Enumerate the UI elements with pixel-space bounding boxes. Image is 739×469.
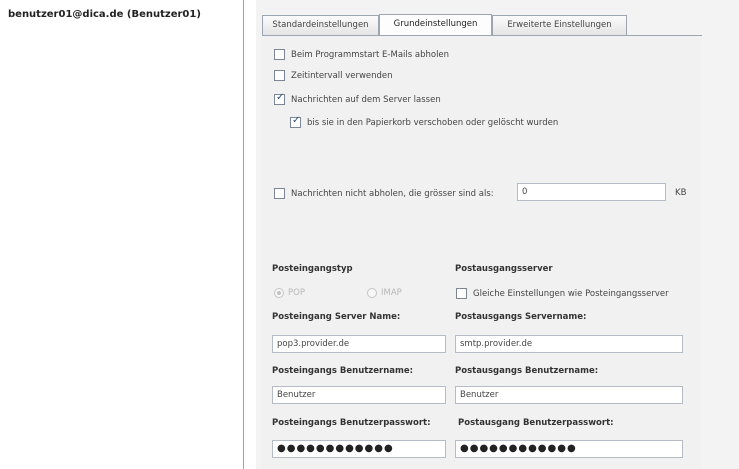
size-limit-label: Nachrichten nicht abholen, die grösser s… bbox=[291, 188, 494, 199]
tab-grundeinstellungen[interactable]: Grundeinstellungen bbox=[379, 14, 492, 36]
outgoing-server-heading: Postausgangsserver bbox=[455, 264, 553, 274]
incoming-password-heading: Posteingangs Benutzerpasswort: bbox=[272, 418, 431, 428]
same-settings-checkbox[interactable] bbox=[456, 288, 467, 299]
incoming-server-heading: Posteingang Server Name: bbox=[272, 312, 401, 322]
incoming-user-heading: Posteingangs Benutzername: bbox=[272, 366, 414, 376]
outgoing-password-input[interactable]: ●●●●●●●●●●●● bbox=[455, 440, 683, 458]
until-deleted-label: bis sie in den Papierkorb verschoben ode… bbox=[307, 117, 559, 128]
imap-radio[interactable] bbox=[367, 288, 377, 298]
account-item[interactable]: benutzer01@dica.de (Benutzer01) bbox=[8, 9, 201, 20]
incoming-server-input[interactable]: pop3.provider.de bbox=[272, 335, 446, 353]
same-settings-option[interactable]: Gleiche Einstellungen wie Posteingangsse… bbox=[456, 288, 669, 299]
fetch-on-start-label: Beim Programmstart E-Mails abholen bbox=[291, 49, 450, 60]
imap-option[interactable]: IMAP bbox=[367, 288, 402, 298]
until-deleted-checkbox[interactable] bbox=[290, 115, 301, 128]
until-deleted-option[interactable]: bis sie in den Papierkorb verschoben ode… bbox=[290, 115, 559, 128]
outgoing-user-heading: Postausgangs Benutzername: bbox=[455, 366, 599, 376]
tab-erweiterte-einstellungen[interactable]: Erweiterte Einstellungen bbox=[492, 15, 627, 35]
pop-label: POP bbox=[288, 288, 305, 298]
use-interval-checkbox[interactable] bbox=[274, 70, 285, 81]
incoming-user-input[interactable]: Benutzer bbox=[272, 386, 446, 404]
size-limit-input[interactable]: 0 bbox=[517, 183, 666, 201]
incoming-type-heading: Posteingangstyp bbox=[272, 264, 353, 274]
imap-label: IMAP bbox=[381, 288, 402, 298]
leave-on-server-checkbox[interactable] bbox=[274, 92, 285, 105]
size-limit-checkbox[interactable] bbox=[274, 188, 285, 199]
fetch-on-start-option[interactable]: Beim Programmstart E-Mails abholen bbox=[274, 49, 449, 60]
tab-standardeinstellungen[interactable]: Standardeinstellungen bbox=[262, 15, 379, 35]
account-list: benutzer01@dica.de (Benutzer01) bbox=[0, 0, 244, 469]
outgoing-password-heading: Postausgang Benutzerpasswort: bbox=[458, 418, 614, 428]
outgoing-server-input[interactable]: smtp.provider.de bbox=[455, 335, 683, 353]
outgoing-servername-heading: Postausgangs Servername: bbox=[455, 312, 587, 322]
fetch-on-start-checkbox[interactable] bbox=[274, 49, 285, 60]
same-settings-label: Gleiche Einstellungen wie Posteingangsse… bbox=[473, 288, 669, 299]
leave-on-server-option[interactable]: Nachrichten auf dem Server lassen bbox=[274, 92, 441, 105]
pop-radio[interactable] bbox=[274, 288, 284, 298]
leave-on-server-label: Nachrichten auf dem Server lassen bbox=[291, 94, 441, 105]
use-interval-option[interactable]: Zeitintervall verwenden bbox=[274, 70, 393, 81]
incoming-password-input[interactable]: ●●●●●●●●●●●● bbox=[272, 440, 446, 458]
outgoing-user-input[interactable]: Benutzer bbox=[455, 386, 683, 404]
size-limit-option[interactable]: Nachrichten nicht abholen, die grösser s… bbox=[274, 188, 494, 199]
pop-option[interactable]: POP bbox=[274, 288, 305, 298]
use-interval-label: Zeitintervall verwenden bbox=[291, 70, 393, 81]
size-unit-label: KB bbox=[675, 188, 687, 198]
